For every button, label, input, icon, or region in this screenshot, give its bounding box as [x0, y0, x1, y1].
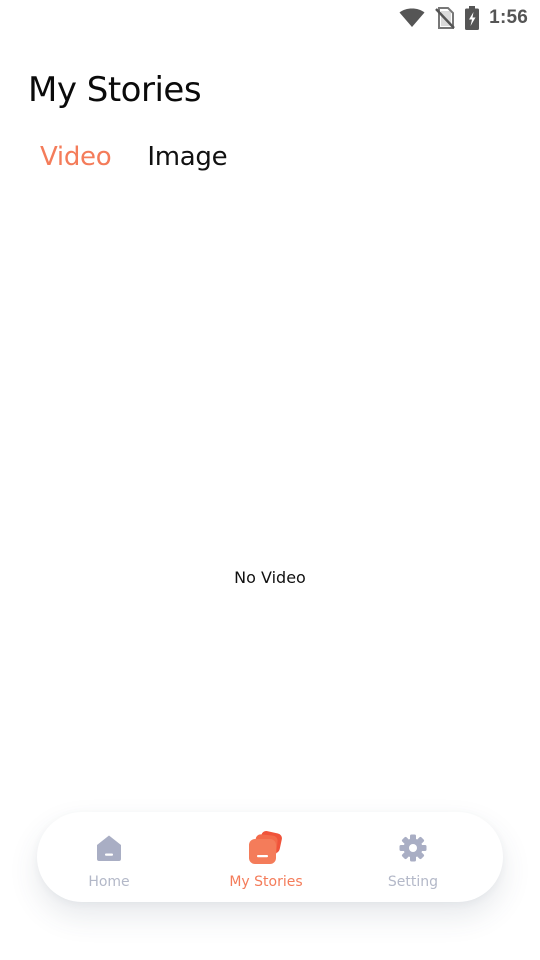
nav-item-my-stories[interactable]: My Stories: [196, 812, 336, 902]
nav-item-home[interactable]: Home: [39, 812, 179, 902]
nav-label-home: Home: [88, 874, 130, 890]
wifi-icon: [399, 8, 425, 28]
status-bar: 1:56: [0, 0, 540, 36]
nav-item-setting[interactable]: Setting: [343, 812, 483, 902]
status-icons: 1:56: [399, 6, 528, 30]
gear-icon: [398, 832, 428, 864]
home-icon: [94, 832, 124, 864]
bottom-navigation: Home My Stories Setting: [37, 812, 503, 902]
my-stories-screen: 1:56 My Stories Video Image No Video Hom…: [0, 0, 540, 960]
no-sim-icon: [435, 7, 456, 29]
tab-video[interactable]: Video: [40, 142, 112, 172]
empty-state-message: No Video: [234, 568, 306, 587]
nav-label-setting: Setting: [387, 874, 439, 890]
stories-icon: [248, 831, 284, 864]
battery-charging-icon: [465, 6, 480, 30]
media-tabs: Video Image: [40, 142, 228, 172]
tab-image[interactable]: Image: [147, 142, 227, 172]
nav-label-my-stories: My Stories: [229, 874, 303, 890]
status-time: 1:56: [489, 7, 528, 28]
page-title: My Stories: [28, 70, 202, 110]
